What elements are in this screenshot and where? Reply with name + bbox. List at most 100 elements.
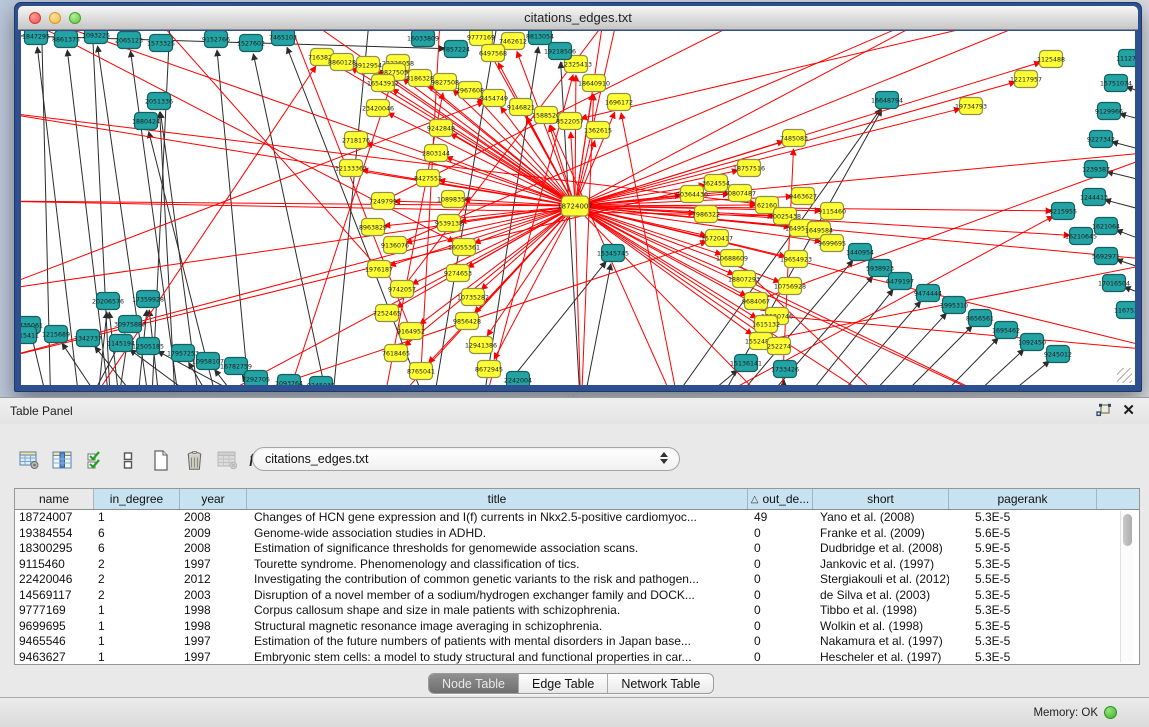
- graph-node[interactable]: 6479197: [886, 273, 914, 290]
- tab-network-table[interactable]: Network Table: [608, 674, 713, 693]
- graph-node[interactable]: 8215955: [1049, 203, 1077, 220]
- column-header-out_de[interactable]: △out_de...: [748, 489, 813, 509]
- graph-node[interactable]: 30975887: [114, 316, 146, 333]
- graph-node[interactable]: 9856428: [453, 313, 481, 330]
- table-row[interactable]: 1938455462009Genome-wide association stu…: [15, 526, 1139, 542]
- table-vertical-scrollbar[interactable]: [1120, 511, 1133, 662]
- column-header-pagerank[interactable]: pagerank: [949, 489, 1097, 509]
- network-graph[interactable]: 1872400771638228860128891295422226058982…: [21, 31, 1135, 385]
- graph-node[interactable]: 5692971: [1092, 248, 1120, 265]
- graph-node[interactable]: 15136141: [730, 355, 762, 372]
- table-row[interactable]: 977716911998Corpus callosum shape and si…: [15, 603, 1139, 619]
- column-header-short[interactable]: short: [813, 489, 949, 509]
- graph-node[interactable]: 10735282: [457, 289, 489, 306]
- graph-node[interactable]: 8963829: [359, 219, 387, 236]
- table-row[interactable]: 911546021997Tourette syndrome. Phenomeno…: [15, 557, 1139, 573]
- graph-node[interactable]: 16033809: [407, 31, 439, 47]
- graph-node[interactable]: 8454749: [480, 90, 508, 107]
- select-rows-icon[interactable]: [82, 448, 108, 472]
- graph-node[interactable]: 8656561: [966, 310, 994, 327]
- network-canvas[interactable]: 1872400771638228860128891295422226058982…: [21, 31, 1135, 385]
- graph-node[interactable]: 8912954: [354, 57, 382, 74]
- resize-grip-icon[interactable]: [1117, 368, 1132, 383]
- graph-node[interactable]: 9474444: [914, 285, 942, 302]
- graph-node[interactable]: 1733426: [771, 361, 799, 378]
- graph-node[interactable]: 19654923: [780, 251, 812, 268]
- graph-node[interactable]: 18807293: [728, 271, 760, 288]
- graph-node[interactable]: 9463627: [789, 188, 817, 205]
- graph-node[interactable]: 9742057: [388, 281, 416, 298]
- graph-node[interactable]: 1976187: [365, 261, 393, 278]
- graph-node[interactable]: 7986322: [692, 206, 720, 223]
- graph-node[interactable]: 1995310: [940, 297, 968, 314]
- graph-node[interactable]: 18724007: [557, 196, 593, 216]
- tab-edge-table[interactable]: Edge Table: [519, 674, 608, 693]
- graph-node[interactable]: 9684067: [742, 293, 770, 310]
- graph-node[interactable]: 2051336: [145, 93, 173, 110]
- column-header-year[interactable]: year: [180, 489, 247, 509]
- graph-node[interactable]: 8186328: [406, 70, 434, 87]
- graph-node[interactable]: 7857224: [442, 41, 470, 58]
- graph-node[interactable]: 9777169: [467, 31, 495, 46]
- table-row[interactable]: 1456911722003Disruption of a novel membe…: [15, 588, 1139, 604]
- graph-node[interactable]: 1527602: [237, 35, 265, 52]
- table-row[interactable]: 1872400712008Changes of HCN gene express…: [15, 510, 1139, 526]
- graph-node[interactable]: 17016504: [1098, 275, 1130, 292]
- table-row[interactable]: 1830029562008Estimation of significance …: [15, 541, 1139, 557]
- graph-node[interactable]: 1112702: [1116, 50, 1135, 67]
- graph-node[interactable]: 1239387: [1082, 161, 1110, 178]
- graph-node[interactable]: 10688609: [716, 250, 748, 267]
- column-header-name[interactable]: name: [15, 489, 94, 509]
- graph-node[interactable]: 7618465: [382, 345, 410, 362]
- graph-node[interactable]: 1847295: [22, 31, 50, 45]
- create-column-icon[interactable]: [148, 448, 174, 472]
- graph-node[interactable]: 6497568: [479, 45, 507, 62]
- show-columns-icon[interactable]: [49, 448, 75, 472]
- graph-node[interactable]: 9115460: [818, 203, 846, 220]
- graph-node[interactable]: 1362615: [584, 122, 612, 139]
- graph-node[interactable]: 1145194: [107, 335, 135, 352]
- graph-node[interactable]: 15345745: [597, 245, 629, 262]
- graph-node[interactable]: 16543912: [367, 75, 399, 92]
- graph-node[interactable]: 10898359: [437, 191, 469, 208]
- graph-node[interactable]: 252274: [767, 338, 791, 355]
- network-window-titlebar[interactable]: citations_edges.txt: [18, 6, 1138, 30]
- graph-node[interactable]: 9152766: [202, 31, 230, 48]
- column-header-in_degree[interactable]: in_degree: [94, 489, 180, 509]
- graph-node[interactable]: 2065123: [115, 32, 143, 49]
- table-row[interactable]: 969969511998Structural magnetic resonanc…: [15, 619, 1139, 635]
- table-source-dropdown[interactable]: citations_edges.txt: [252, 447, 680, 471]
- graph-node[interactable]: 2803144: [422, 145, 450, 162]
- graph-node[interactable]: 18757516: [733, 160, 765, 177]
- scrollbar-thumb[interactable]: [1123, 514, 1132, 546]
- graph-node[interactable]: 1125488: [1037, 51, 1065, 68]
- graph-node[interactable]: 2242004: [504, 372, 532, 386]
- graph-node[interactable]: 1573325: [147, 35, 175, 52]
- graph-node[interactable]: 15720417: [701, 230, 733, 247]
- graph-node[interactable]: 8861375: [52, 31, 80, 48]
- graph-node[interactable]: 1880424: [132, 113, 160, 130]
- graph-node[interactable]: 9699695: [818, 235, 846, 252]
- graph-node[interactable]: 3624554: [702, 175, 730, 192]
- graph-node[interactable]: 2292705: [242, 371, 270, 386]
- graph-node[interactable]: 17359928: [132, 291, 164, 308]
- graph-node[interactable]: 1615132: [752, 316, 780, 333]
- close-panel-icon[interactable]: ✕: [1122, 401, 1135, 419]
- row-height-icon[interactable]: [115, 448, 141, 472]
- table-row[interactable]: 946362711997Embryonic stem cells: a mode…: [15, 650, 1139, 666]
- graph-node[interactable]: 16055361: [448, 239, 480, 256]
- graph-node[interactable]: 8672945: [475, 361, 503, 378]
- graph-node[interactable]: 15751074: [1100, 75, 1132, 92]
- graph-node[interactable]: 18640910: [578, 75, 610, 92]
- graph-node[interactable]: 1092450: [1018, 334, 1046, 351]
- graph-node[interactable]: 12505185: [132, 338, 164, 355]
- graph-node[interactable]: 12217957: [1010, 71, 1042, 88]
- graph-node[interactable]: 9146821: [507, 99, 535, 116]
- graph-node[interactable]: 9245038: [307, 377, 335, 386]
- graph-node[interactable]: 23420046: [362, 100, 394, 117]
- graph-node[interactable]: 7465103: [269, 31, 297, 46]
- table-row[interactable]: 2242004622012Investigating the contribut…: [15, 572, 1139, 588]
- table-mode-icon[interactable]: [16, 448, 42, 472]
- column-header-title[interactable]: title: [247, 489, 748, 509]
- graph-node[interactable]: 9227342: [1087, 131, 1115, 148]
